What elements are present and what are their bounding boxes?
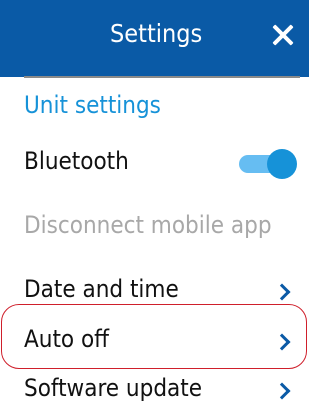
disconnect-mobile-app-row[interactable]: Disconnect mobile app [24,204,300,250]
date-and-time-row[interactable]: Date and time [24,268,300,314]
disconnect-mobile-app-label: Disconnect mobile app [24,211,272,239]
settings-screen: Settings Unit settings Bluetooth Disconn… [0,0,309,414]
auto-off-label: Auto off [24,325,110,353]
software-update-label: Software update [24,374,203,402]
bluetooth-row[interactable]: Bluetooth [24,140,300,186]
auto-off-row[interactable]: Auto off [24,318,300,364]
unit-settings-section-label: Unit settings [24,91,161,119]
header-divider [24,76,300,78]
chevron-right-icon [276,335,289,348]
chevron-right-icon [276,384,289,397]
settings-header: Settings [0,0,309,78]
bluetooth-toggle-thumb [267,149,297,179]
bluetooth-label: Bluetooth [24,147,129,175]
bluetooth-toggle[interactable] [239,149,297,179]
page-title: Settings [110,19,203,48]
chevron-right-icon [276,285,289,298]
close-icon[interactable] [269,21,297,49]
software-update-row[interactable]: Software update [24,367,300,413]
date-and-time-label: Date and time [24,275,179,303]
